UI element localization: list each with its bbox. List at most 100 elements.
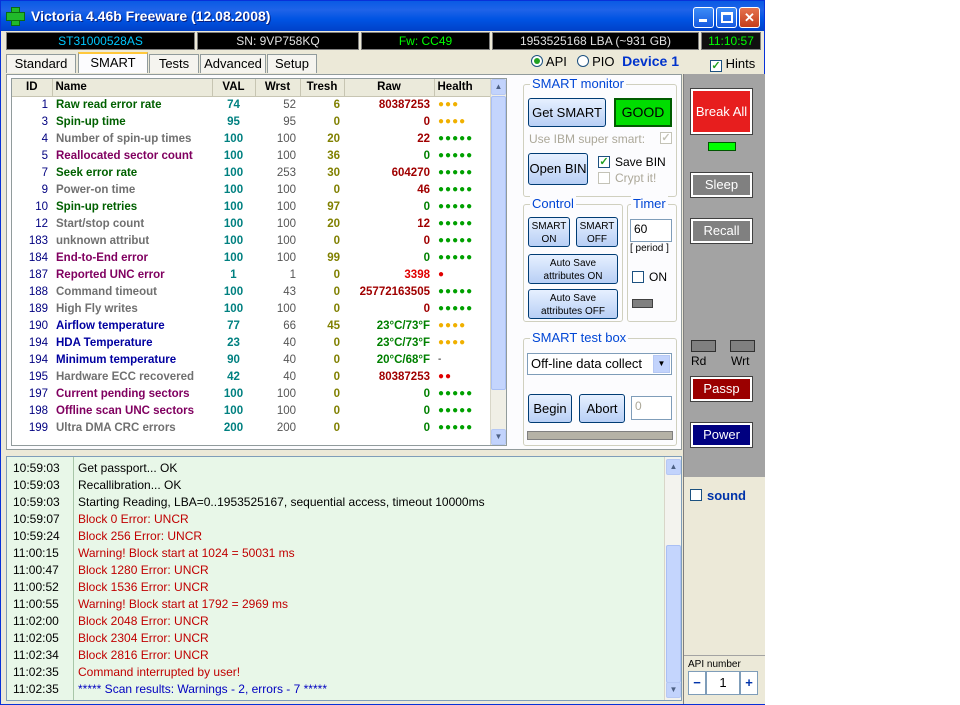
attribute-name: Power-on time bbox=[56, 183, 136, 196]
test-type-select[interactable]: Off-line data collect ▼ bbox=[527, 353, 672, 375]
table-row[interactable]: 194 Minimum temperature 90 40 0 20°C/68°F - bbox=[12, 351, 494, 368]
table-row[interactable]: 194 HDA Temperature 23 40 0 23°C/73°F ●●●● bbox=[12, 334, 494, 351]
sleep-button[interactable]: Sleep bbox=[690, 172, 753, 198]
log-message: Block 0 Error: UNCR bbox=[78, 512, 189, 526]
smart-off-button[interactable]: SMART OFF bbox=[576, 217, 618, 247]
api-increment-button[interactable]: + bbox=[740, 671, 758, 695]
table-scrollbar[interactable]: ▲ ▼ bbox=[490, 79, 506, 445]
log-time: 10:59:03 bbox=[13, 478, 60, 492]
api-number-value[interactable]: 1 bbox=[706, 671, 740, 695]
timer-period-input[interactable]: 60 bbox=[630, 219, 672, 242]
attribute-name: Ultra DMA CRC errors bbox=[56, 421, 176, 434]
col-name[interactable]: Name bbox=[52, 79, 213, 97]
log-message: Warning! Block start at 1024 = 50031 ms bbox=[78, 546, 295, 560]
attribute-worst: 200 bbox=[276, 421, 296, 434]
col-val[interactable]: VAL bbox=[212, 79, 256, 97]
table-row[interactable]: 197 Current pending sectors 100 100 0 0 ●●●●● bbox=[12, 385, 494, 402]
table-row[interactable]: 4 Number of spin-up times 100 100 20 22 ●●●●● bbox=[12, 130, 494, 147]
tab-smart[interactable]: SMART bbox=[78, 52, 148, 73]
log-scroll-thumb[interactable] bbox=[666, 545, 681, 683]
autosave-on-button[interactable]: Auto Save attributes ON bbox=[528, 254, 618, 284]
crypt-it-checkbox[interactable] bbox=[598, 172, 610, 184]
hints-toggle[interactable]: ✓ Hints bbox=[710, 56, 755, 72]
table-row[interactable]: 5 Reallocated sector count 100 100 36 0 ●●●●● bbox=[12, 147, 494, 164]
sound-checkbox[interactable] bbox=[690, 489, 702, 501]
power-button[interactable]: Power bbox=[690, 422, 753, 448]
attribute-id: 1 bbox=[41, 98, 48, 111]
table-row[interactable]: 10 Spin-up retries 100 100 97 0 ●●●●● bbox=[12, 198, 494, 215]
tab-tests[interactable]: Tests bbox=[149, 54, 199, 73]
col-id[interactable]: ID bbox=[12, 79, 53, 97]
hints-checkbox[interactable]: ✓ bbox=[710, 60, 722, 72]
attribute-id: 3 bbox=[41, 115, 48, 128]
attribute-name: Start/stop count bbox=[56, 217, 145, 230]
autosave-off-button[interactable]: Auto Save attributes OFF bbox=[528, 289, 618, 319]
maximize-button[interactable] bbox=[716, 7, 737, 28]
read-label: Rd bbox=[691, 354, 707, 368]
attribute-id: 10 bbox=[35, 200, 48, 213]
table-row[interactable]: 189 High Fly writes 100 100 0 0 ●●●●● bbox=[12, 300, 494, 317]
attribute-threshold: 45 bbox=[327, 319, 340, 332]
api-decrement-button[interactable]: − bbox=[688, 671, 706, 695]
close-button[interactable]: ✕ bbox=[739, 7, 760, 28]
write-led bbox=[730, 340, 755, 352]
col-raw[interactable]: Raw bbox=[344, 79, 435, 97]
test-lba-input[interactable]: 0 bbox=[631, 396, 672, 420]
api-radio[interactable] bbox=[531, 55, 543, 67]
log-time: 11:00:55 bbox=[13, 597, 59, 611]
chevron-down-icon[interactable]: ▼ bbox=[653, 355, 670, 373]
table-row[interactable]: 7 Seek error rate 100 253 30 604270 ●●●●● bbox=[12, 164, 494, 181]
api-number-label: API number bbox=[688, 659, 741, 670]
ibm-super-smart-checkbox[interactable]: ✓ bbox=[660, 132, 672, 144]
save-bin-checkbox[interactable]: ✓ bbox=[598, 156, 610, 168]
log-scroll-down-icon[interactable]: ▼ bbox=[666, 682, 681, 698]
table-row[interactable]: 9 Power-on time 100 100 0 46 ●●●●● bbox=[12, 181, 494, 198]
attribute-raw: 0 bbox=[423, 251, 430, 264]
col-tresh[interactable]: Tresh bbox=[300, 79, 345, 97]
attribute-worst: 66 bbox=[283, 319, 296, 332]
log-scrollbar[interactable]: ▲ ▼ bbox=[664, 457, 681, 700]
right-control-panel: Break All Sleep Recall Rd Wrt Passp Powe… bbox=[683, 74, 765, 704]
table-row[interactable]: 187 Reported UNC error 1 1 0 3398 ● bbox=[12, 266, 494, 283]
open-bin-button[interactable]: Open BIN bbox=[528, 153, 588, 185]
table-row[interactable]: 183 unknown attribut 100 100 0 0 ●●●●● bbox=[12, 232, 494, 249]
attribute-raw: 0 bbox=[423, 200, 430, 213]
scroll-down-icon[interactable]: ▼ bbox=[491, 429, 506, 445]
attribute-id: 195 bbox=[28, 370, 48, 383]
col-health[interactable]: Health bbox=[434, 79, 495, 97]
log-separator bbox=[73, 457, 74, 700]
break-all-button[interactable]: Break All bbox=[690, 88, 753, 135]
col-wrst[interactable]: Wrst bbox=[255, 79, 301, 97]
table-row[interactable]: 199 Ultra DMA CRC errors 200 200 0 0 ●●●●● bbox=[12, 419, 494, 436]
tab-advanced[interactable]: Advanced bbox=[200, 54, 266, 73]
device-label[interactable]: Device 1 bbox=[622, 53, 679, 69]
log-scroll-up-icon[interactable]: ▲ bbox=[666, 459, 681, 475]
log-time: 10:59:07 bbox=[13, 512, 60, 526]
table-row[interactable]: 190 Airflow temperature 77 66 45 23°C/73°F ●●●… bbox=[12, 317, 494, 334]
table-row[interactable]: 12 Start/stop count 100 100 20 12 ●●●●● bbox=[12, 215, 494, 232]
table-row[interactable]: 195 Hardware ECC recovered 42 40 0 80387253 ●● bbox=[12, 368, 494, 385]
tab-setup[interactable]: Setup bbox=[267, 54, 317, 73]
passport-button[interactable]: Passp bbox=[690, 376, 753, 402]
table-row[interactable]: 198 Offline scan UNC sectors 100 100 0 0 ●●●●● bbox=[12, 402, 494, 419]
begin-test-button[interactable]: Begin bbox=[528, 394, 572, 423]
attribute-raw: 25772163505 bbox=[359, 285, 430, 298]
pio-radio[interactable] bbox=[576, 55, 589, 67]
scroll-up-icon[interactable]: ▲ bbox=[491, 79, 506, 95]
table-row[interactable]: 188 Command timeout 100 43 0 25772163505 ●●●●● bbox=[12, 283, 494, 300]
recall-button[interactable]: Recall bbox=[690, 218, 753, 244]
timer-on-checkbox[interactable] bbox=[632, 271, 644, 283]
get-smart-button[interactable]: Get SMART bbox=[528, 98, 606, 127]
tab-standard[interactable]: Standard bbox=[6, 54, 76, 73]
scroll-thumb[interactable] bbox=[491, 96, 506, 390]
table-row[interactable]: 184 End-to-End error 100 100 99 0 ●●●●● bbox=[12, 249, 494, 266]
table-row[interactable]: 1 Raw read error rate 74 52 6 80387253 ●●● bbox=[12, 96, 494, 113]
save-bin-label: Save BIN bbox=[615, 155, 666, 169]
table-row[interactable]: 3 Spin-up time 95 95 0 0 ●●●● bbox=[12, 113, 494, 130]
abort-test-button[interactable]: Abort bbox=[579, 394, 625, 423]
smart-on-button[interactable]: SMART ON bbox=[528, 217, 570, 247]
attribute-health: ●●●● bbox=[438, 116, 467, 127]
drive-model: ST31000528AS bbox=[6, 32, 195, 50]
minimize-button[interactable] bbox=[693, 7, 714, 28]
title-bar[interactable]: Victoria 4.46b Freeware (12.08.2008) ✕ bbox=[1, 1, 764, 31]
